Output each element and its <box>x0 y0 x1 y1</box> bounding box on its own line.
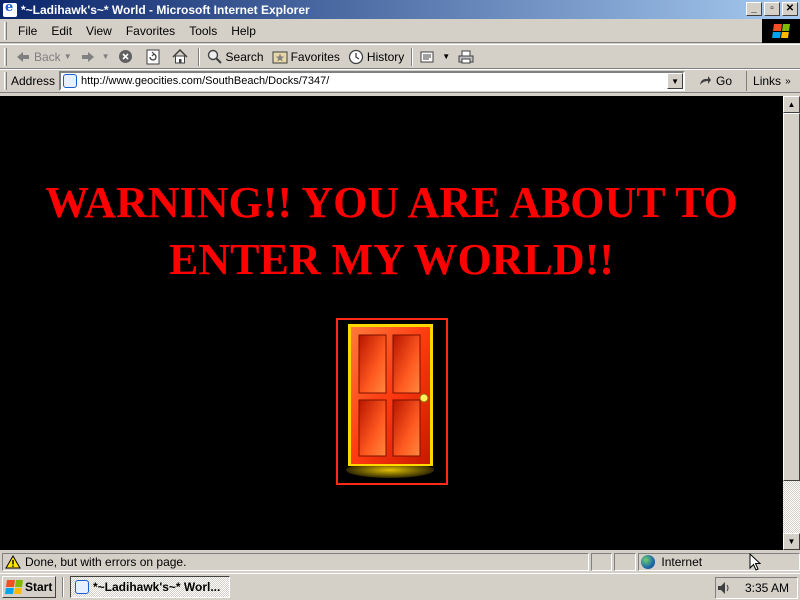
status-security-pane <box>614 553 637 571</box>
mouse-cursor-icon <box>749 553 761 571</box>
windows-flag-icon <box>5 580 23 594</box>
history-icon <box>348 49 364 65</box>
door-link[interactable] <box>336 318 448 485</box>
home-icon <box>172 49 188 65</box>
go-label: Go <box>716 74 733 88</box>
stop-button[interactable] <box>114 46 141 68</box>
standard-toolbar: Back ▼ ▼ Search Favorites History ▼ <box>0 44 800 69</box>
search-button[interactable]: Search <box>203 46 268 68</box>
favorites-button[interactable]: Favorites <box>268 46 344 68</box>
volume-icon[interactable] <box>717 581 731 595</box>
scroll-down-button[interactable]: ▼ <box>783 533 800 550</box>
taskbar-separator <box>62 577 64 597</box>
forward-button[interactable]: ▼ <box>76 46 114 68</box>
status-progress-pane <box>590 553 613 571</box>
search-icon <box>207 49 223 65</box>
page-icon <box>63 74 78 88</box>
back-arrow-icon <box>15 49 31 65</box>
taskbar: Start *~Ladihawk's~* Worl... 3:35 AM <box>0 573 800 600</box>
mail-dropdown-icon[interactable]: ▼ <box>442 52 450 61</box>
mail-button[interactable]: ▼ <box>416 46 454 68</box>
menu-file[interactable]: File <box>11 22 44 40</box>
links-label: Links <box>753 74 782 88</box>
address-dropdown-icon[interactable]: ▼ <box>667 73 684 89</box>
address-url[interactable]: http://www.geocities.com/SouthBeach/Dock… <box>81 75 329 87</box>
vertical-scrollbar[interactable]: ▲ ▼ <box>783 96 800 550</box>
status-message: Done, but with errors on page. <box>25 555 187 569</box>
refresh-icon <box>145 49 161 65</box>
address-input[interactable]: http://www.geocities.com/SouthBeach/Dock… <box>59 71 686 91</box>
menu-edit[interactable]: Edit <box>44 22 79 40</box>
maximize-button[interactable]: ▫ <box>764 2 780 16</box>
back-label: Back <box>34 49 61 64</box>
menu-favorites[interactable]: Favorites <box>119 22 182 40</box>
print-button[interactable] <box>454 46 481 68</box>
window-controls: _ ▫ ✕ <box>744 2 798 16</box>
back-button[interactable]: Back ▼ <box>11 46 76 68</box>
forward-arrow-icon <box>80 49 96 65</box>
page-content: WARNING!! YOU ARE ABOUT TO ENTER MY WORL… <box>0 96 783 550</box>
history-button[interactable]: History <box>344 46 408 68</box>
chevron-right-icon: » <box>785 75 791 87</box>
start-label: Start <box>25 580 53 594</box>
minimize-button[interactable]: _ <box>746 2 762 16</box>
title-bar[interactable]: *~Ladihawk's~* World - Microsoft Interne… <box>0 0 800 19</box>
links-button[interactable]: Links » <box>746 71 791 91</box>
clock[interactable]: 3:35 AM <box>745 581 789 595</box>
favorites-label: Favorites <box>290 49 340 64</box>
toolbar-separator <box>411 47 414 66</box>
mail-icon <box>420 49 436 65</box>
address-label: Address <box>11 74 56 88</box>
menu-tools[interactable]: Tools <box>182 22 224 40</box>
menu-bar: File Edit View Favorites Tools Help <box>0 19 800 43</box>
warning-headline: WARNING!! YOU ARE ABOUT TO ENTER MY WORL… <box>45 178 738 284</box>
zone-label: Internet <box>661 555 703 569</box>
favorites-icon <box>272 49 288 65</box>
history-label: History <box>366 49 405 64</box>
printer-icon <box>458 49 474 65</box>
status-bar: Done, but with errors on page. Internet <box>0 552 800 572</box>
forward-dropdown-icon[interactable]: ▼ <box>102 52 110 61</box>
back-dropdown-icon[interactable]: ▼ <box>64 52 72 61</box>
task-label: *~Ladihawk's~* Worl... <box>93 580 221 594</box>
stop-icon <box>118 49 134 65</box>
home-button[interactable] <box>168 46 195 68</box>
menu-help[interactable]: Help <box>224 22 263 40</box>
toolbar-grip[interactable] <box>4 47 7 66</box>
address-grip[interactable] <box>4 72 7 90</box>
toolbar-separator <box>197 47 200 66</box>
scroll-thumb[interactable] <box>783 113 800 481</box>
ie-task-icon <box>75 580 89 594</box>
system-tray: 3:35 AM <box>715 577 798 599</box>
refresh-button[interactable] <box>141 46 168 68</box>
go-button[interactable]: Go <box>693 73 736 89</box>
start-button[interactable]: Start <box>2 576 56 598</box>
ie-icon[interactable] <box>3 0 17 17</box>
taskbar-window-button[interactable]: *~Ladihawk's~* Worl... <box>70 576 230 598</box>
menu-view[interactable]: View <box>79 22 119 40</box>
window-title: *~Ladihawk's~* World - Microsoft Interne… <box>21 2 310 17</box>
warning-icon[interactable] <box>5 555 21 569</box>
windows-logo-icon <box>762 19 800 43</box>
address-bar: Address http://www.geocities.com/SouthBe… <box>0 69 800 93</box>
close-button[interactable]: ✕ <box>782 2 798 16</box>
status-message-pane[interactable]: Done, but with errors on page. <box>2 553 589 571</box>
globe-icon <box>641 555 656 569</box>
scroll-up-button[interactable]: ▲ <box>783 96 800 113</box>
go-arrow-icon <box>697 73 713 89</box>
menu-grip[interactable] <box>4 21 7 40</box>
door-image[interactable] <box>338 320 446 483</box>
search-label: Search <box>225 49 264 64</box>
status-zone-pane: Internet <box>638 553 800 571</box>
